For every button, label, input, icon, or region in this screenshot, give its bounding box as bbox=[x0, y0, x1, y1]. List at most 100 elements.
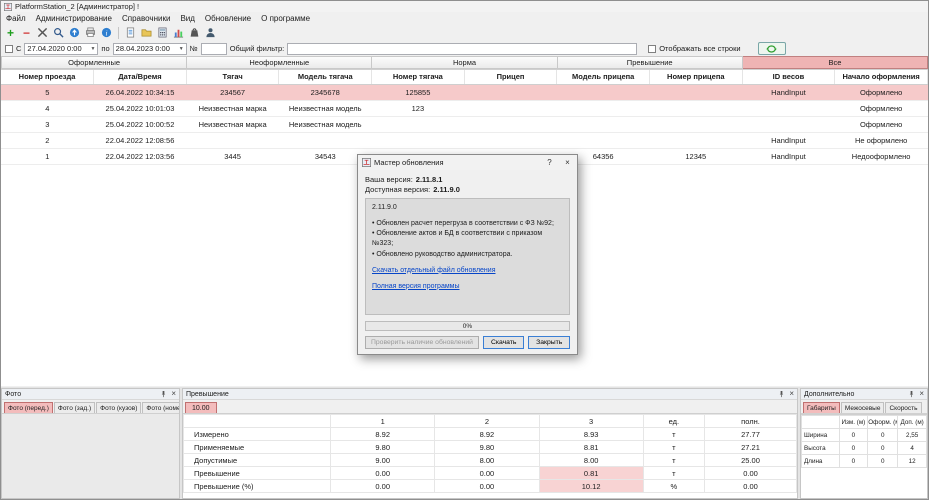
menu-item-4[interactable]: Обновление bbox=[200, 14, 256, 23]
cell[interactable]: 234567 bbox=[186, 84, 279, 100]
show-all-rows-checkbox[interactable] bbox=[648, 45, 656, 53]
cell[interactable]: 5 bbox=[1, 84, 94, 100]
pin-icon[interactable] bbox=[908, 390, 915, 398]
menu-item-1[interactable]: Администрирование bbox=[31, 14, 117, 23]
cell[interactable]: Неизвестная модель bbox=[279, 116, 372, 132]
chart-icon[interactable] bbox=[171, 25, 186, 40]
column-header[interactable]: Модель тягача bbox=[279, 70, 372, 84]
additional-tab-1[interactable]: Межосевые bbox=[841, 402, 885, 413]
cell[interactable] bbox=[649, 84, 742, 100]
cell[interactable]: 123 bbox=[372, 100, 465, 116]
cell[interactable]: 12345 bbox=[649, 148, 742, 164]
cell[interactable] bbox=[557, 116, 650, 132]
cell[interactable] bbox=[742, 100, 835, 116]
cell[interactable] bbox=[557, 84, 650, 100]
column-header[interactable]: Тягач bbox=[186, 70, 279, 84]
column-header[interactable]: Начало оформления bbox=[835, 70, 928, 84]
cell[interactable] bbox=[464, 116, 557, 132]
cell[interactable]: Не оформлено bbox=[835, 132, 928, 148]
menu-item-2[interactable]: Справочники bbox=[117, 14, 175, 23]
table-row[interactable]: 526.04.2022 10:34:152345672345678125855H… bbox=[1, 84, 928, 100]
cell[interactable] bbox=[464, 84, 557, 100]
search-icon[interactable] bbox=[51, 25, 66, 40]
panel-close-icon[interactable]: × bbox=[171, 390, 176, 398]
column-header[interactable]: ID весов bbox=[742, 70, 835, 84]
date-filter-checkbox[interactable] bbox=[5, 45, 13, 53]
photo-tab-3[interactable]: Фото (номер пл.) bbox=[142, 402, 180, 413]
folder-icon[interactable] bbox=[139, 25, 154, 40]
cell[interactable] bbox=[186, 132, 279, 148]
menu-item-0[interactable]: Файл bbox=[1, 14, 31, 23]
cell[interactable]: 3445 bbox=[186, 148, 279, 164]
cell[interactable]: 3 bbox=[1, 116, 94, 132]
speed-limit-tab[interactable]: 10.00 bbox=[185, 402, 217, 413]
user-icon[interactable] bbox=[203, 25, 218, 40]
cell[interactable]: Оформлено bbox=[835, 84, 928, 100]
cell[interactable] bbox=[649, 100, 742, 116]
column-header[interactable]: Дата/Время bbox=[94, 70, 187, 84]
photo-tab-1[interactable]: Фото (зад.) bbox=[54, 402, 95, 413]
cell[interactable] bbox=[742, 116, 835, 132]
cell[interactable]: Недооформлено bbox=[835, 148, 928, 164]
cell[interactable]: Оформлено bbox=[835, 100, 928, 116]
table-row[interactable]: 425.04.2022 10:01:03Неизвестная маркаНеи… bbox=[1, 100, 928, 116]
status-tab-4[interactable]: Все bbox=[743, 56, 928, 69]
date-to-input[interactable]: 28.04.2023 0:00 ▼ bbox=[113, 43, 187, 55]
status-tab-3[interactable]: Превышение bbox=[558, 56, 743, 69]
column-header[interactable]: Модель прицепа bbox=[557, 70, 650, 84]
cell[interactable]: Неизвестная марка bbox=[186, 116, 279, 132]
tools-icon[interactable] bbox=[35, 25, 50, 40]
cell[interactable]: 125855 bbox=[372, 84, 465, 100]
cell[interactable] bbox=[557, 100, 650, 116]
column-header[interactable]: Номер проезда bbox=[1, 70, 94, 84]
cell[interactable]: 22.04.2022 12:08:56 bbox=[94, 132, 187, 148]
additional-tab-2[interactable]: Скорость bbox=[885, 402, 921, 413]
cell[interactable] bbox=[649, 132, 742, 148]
column-header[interactable]: Номер тягача bbox=[372, 70, 465, 84]
status-tab-2[interactable]: Норма bbox=[372, 56, 557, 69]
passage-number-input[interactable] bbox=[201, 43, 227, 55]
table-row[interactable]: 222.04.2022 12:08:56HandInputНе оформлен… bbox=[1, 132, 928, 148]
check-updates-button[interactable]: Проверить наличие обновлений bbox=[365, 336, 479, 349]
status-tab-0[interactable]: Оформленные bbox=[1, 56, 187, 69]
refresh-button[interactable] bbox=[758, 42, 786, 55]
column-header[interactable]: Прицеп bbox=[464, 70, 557, 84]
cell[interactable]: HandInput bbox=[742, 84, 835, 100]
dialog-help-button[interactable]: ? bbox=[542, 156, 557, 169]
cell[interactable]: Неизвестная марка bbox=[186, 100, 279, 116]
update-icon[interactable] bbox=[67, 25, 82, 40]
photo-tab-2[interactable]: Фото (кузов) bbox=[96, 402, 141, 413]
download-update-file-link[interactable]: Скачать отдельный файл обновления bbox=[372, 266, 563, 276]
cell[interactable] bbox=[649, 116, 742, 132]
column-header[interactable]: Номер прицепа bbox=[649, 70, 742, 84]
menu-item-5[interactable]: О программе bbox=[256, 14, 315, 23]
cell[interactable]: 25.04.2022 10:01:03 bbox=[94, 100, 187, 116]
print-icon[interactable] bbox=[83, 25, 98, 40]
cell[interactable] bbox=[279, 132, 372, 148]
table-row[interactable]: 325.04.2022 10:00:52Неизвестная маркаНеи… bbox=[1, 116, 928, 132]
calculator-icon[interactable] bbox=[155, 25, 170, 40]
cell[interactable]: Неизвестная модель bbox=[279, 100, 372, 116]
panel-close-icon[interactable]: × bbox=[919, 390, 924, 398]
pin-icon[interactable] bbox=[778, 390, 785, 398]
download-button[interactable]: Скачать bbox=[483, 336, 525, 349]
general-filter-input[interactable] bbox=[287, 43, 637, 55]
close-button[interactable]: Закрыть bbox=[528, 336, 570, 349]
photo-tab-0[interactable]: Фото (перед.) bbox=[4, 402, 53, 413]
cell[interactable]: 26.04.2022 10:34:15 bbox=[94, 84, 187, 100]
remove-icon[interactable]: − bbox=[19, 25, 34, 40]
cell[interactable] bbox=[372, 132, 465, 148]
cell[interactable] bbox=[464, 132, 557, 148]
status-tab-1[interactable]: Неоформленные bbox=[187, 56, 372, 69]
panel-close-icon[interactable]: × bbox=[789, 390, 794, 398]
cell[interactable]: HandInput bbox=[742, 132, 835, 148]
additional-tab-0[interactable]: Габариты bbox=[803, 402, 840, 413]
add-icon[interactable]: + bbox=[3, 25, 18, 40]
cell[interactable]: 4 bbox=[1, 100, 94, 116]
cell[interactable] bbox=[372, 116, 465, 132]
cell[interactable]: Оформлено bbox=[835, 116, 928, 132]
date-from-input[interactable]: 27.04.2020 0:00 ▼ bbox=[24, 43, 98, 55]
cell[interactable] bbox=[464, 100, 557, 116]
cell[interactable] bbox=[557, 132, 650, 148]
dialog-close-button[interactable]: × bbox=[560, 156, 575, 169]
